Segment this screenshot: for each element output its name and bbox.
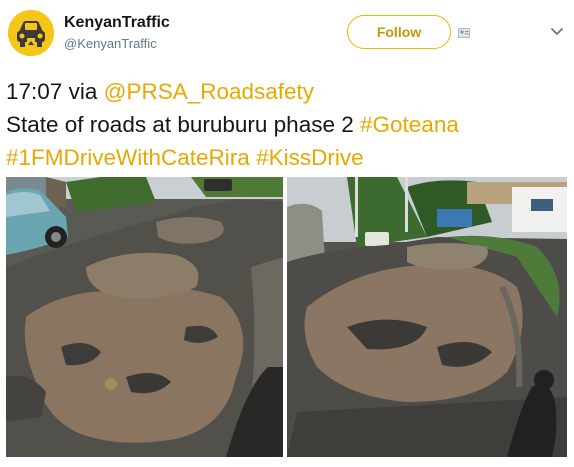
tweet-text: 17:07 via @PRSA_Roadsafety State of road…: [6, 75, 568, 174]
mention-link[interactable]: @PRSA_Roadsafety: [104, 79, 314, 104]
tweet-body: State of roads at buruburu phase 2: [6, 112, 354, 137]
hashtag-link-kissdrive[interactable]: #KissDrive: [256, 145, 364, 170]
tweet-photo-left[interactable]: [6, 177, 283, 457]
hashtag-link-goteana[interactable]: #Goteana: [360, 112, 459, 137]
hashtag-link-1fmdrive[interactable]: #1FMDriveWithCateRira: [6, 145, 250, 170]
tweet-time: 17:07: [6, 79, 63, 104]
display-name[interactable]: KenyanTraffic: [64, 14, 170, 32]
follow-button[interactable]: Follow: [347, 15, 451, 49]
avatar[interactable]: [8, 10, 54, 56]
potholed-road-photo: [287, 177, 567, 457]
account-handle[interactable]: @KenyanTraffic: [64, 36, 157, 51]
person-card-icon[interactable]: [458, 28, 470, 38]
tweet-via: via: [68, 79, 98, 104]
chevron-down-icon[interactable]: [550, 27, 564, 37]
tweet-photo-right[interactable]: [287, 177, 567, 457]
car-front-icon: [8, 10, 54, 56]
potholed-road-photo: [6, 177, 283, 457]
